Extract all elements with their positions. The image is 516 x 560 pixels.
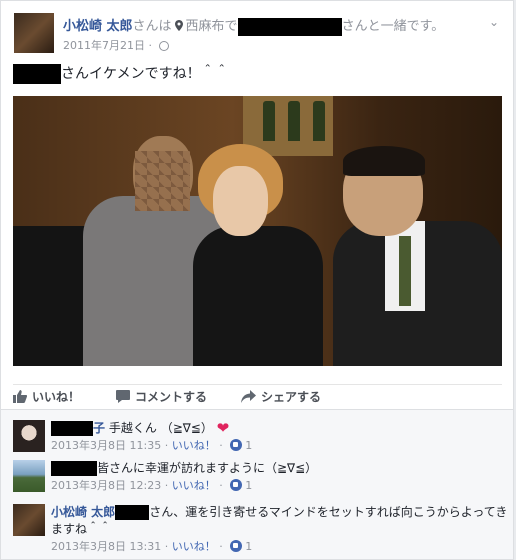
- comment-name-rest: 手越くん: [108, 421, 157, 435]
- post-text-suffix: さんイケメンですね！＾＾: [61, 66, 229, 82]
- person-center-body: [193, 226, 323, 366]
- author-avatar[interactable]: [14, 13, 54, 53]
- person-right-tie: [399, 236, 411, 306]
- like-badge-icon: [230, 439, 243, 451]
- author-name[interactable]: 小松崎 太郎: [63, 19, 133, 34]
- comment-date[interactable]: 2013年3月8日 13:31: [51, 540, 161, 553]
- comments-section: 子 手越くん （≧∇≦） ❤ 2013年3月8日 11:35 · いいね！ · …: [0, 410, 514, 560]
- person-right-hair: [343, 146, 425, 176]
- heart-icon: ❤: [216, 419, 230, 437]
- commenter-avatar[interactable]: [13, 460, 45, 492]
- comment-item: 皆さんに幸運が訪れますように（≧∇≦） 2013年3月8日 12:23 · いい…: [13, 460, 508, 500]
- commenter-name-suffix[interactable]: 子: [93, 421, 105, 435]
- bottle: [313, 101, 325, 141]
- post-text: さんイケメンですね！＾＾: [13, 63, 229, 84]
- comment-meta: 2013年3月8日 11:35 · いいね！ · 1: [51, 439, 253, 452]
- comment-date[interactable]: 2013年3月8日 11:35: [51, 439, 161, 452]
- comment-item: 小松崎 太郎 さん、運を引き寄せるマインドをセットすれば向こうからよってきますね＾…: [13, 504, 508, 556]
- comment-like-link[interactable]: いいね！: [172, 479, 216, 492]
- bottle: [288, 101, 300, 141]
- commenter-avatar[interactable]: [13, 420, 45, 452]
- comment-body: 子 手越くん （≧∇≦） ❤ 2013年3月8日 11:35 · いいね！ · …: [51, 420, 511, 454]
- post-header: 小松崎 太郎さんは 西麻布で さんと一緒です。: [63, 15, 444, 36]
- header-end-text: さんと一緒です。: [341, 19, 445, 34]
- like-icon: [13, 390, 28, 403]
- bottle: [263, 101, 275, 141]
- redacted-name: [13, 64, 61, 84]
- comment-icon: [116, 390, 130, 403]
- post-meta: 2011年7月21日 ·: [63, 37, 169, 53]
- share-label: シェアする: [261, 390, 322, 404]
- comment-like-count[interactable]: 1: [245, 439, 252, 452]
- redacted-name: [237, 17, 342, 36]
- chevron-down-icon[interactable]: ⌄: [489, 15, 499, 29]
- globe-icon[interactable]: [158, 41, 169, 51]
- comment-body: 皆さんに幸運が訪れますように（≧∇≦） 2013年3月8日 12:23 · いい…: [51, 460, 511, 494]
- commenter-avatar[interactable]: [13, 504, 45, 536]
- comment-like-count[interactable]: 1: [245, 540, 252, 553]
- share-icon: [241, 390, 256, 403]
- comment-like-link[interactable]: いいね！: [172, 439, 216, 452]
- comment-meta: 2013年3月8日 13:31 · いいね！ · 1: [51, 540, 253, 553]
- header-mid-text: さんは: [132, 19, 172, 34]
- comment-text: （≧∇≦）: [160, 421, 213, 435]
- location-pin-icon: [174, 20, 183, 31]
- person-center-face: [213, 166, 268, 236]
- commenter-name[interactable]: 小松崎 太郎: [51, 505, 115, 519]
- location-link[interactable]: 西麻布で: [186, 19, 238, 34]
- comment-label: コメントする: [135, 390, 208, 404]
- comment-body: 小松崎 太郎 さん、運を引き寄せるマインドをセットすれば向こうからよってきますね＾…: [51, 504, 511, 555]
- comment-date[interactable]: 2013年3月8日 12:23: [51, 479, 161, 492]
- post-date[interactable]: 2011年7月21日: [63, 39, 145, 52]
- post-photo[interactable]: [13, 96, 502, 366]
- post-card: 小松崎 太郎さんは 西麻布で さんと一緒です。 2011年7月21日 · ⌄ さんイ…: [0, 0, 514, 410]
- post-actions: いいね！ コメントする シェアする: [13, 384, 502, 406]
- comment-text: 皆さんに幸運が訪れますように（≧∇≦）: [97, 461, 318, 475]
- meta-separator: ·: [145, 39, 156, 52]
- redacted-name: [51, 421, 93, 436]
- comment-meta: 2013年3月8日 12:23 · いいね！ · 1: [51, 479, 253, 492]
- like-badge-icon: [230, 479, 243, 491]
- comment-item: 子 手越くん （≧∇≦） ❤ 2013年3月8日 11:35 · いいね！ · …: [13, 420, 508, 460]
- comment-like-count[interactable]: 1: [245, 479, 252, 492]
- pixelated-face: [135, 151, 190, 211]
- share-button[interactable]: シェアする: [241, 388, 321, 405]
- comment-button[interactable]: コメントする: [116, 388, 207, 405]
- like-badge-icon: [230, 540, 243, 552]
- comment-like-link[interactable]: いいね！: [172, 540, 216, 553]
- redacted-name: [115, 505, 150, 520]
- like-label: いいね！: [32, 390, 81, 404]
- redacted-name: [51, 461, 97, 476]
- like-button[interactable]: いいね！: [13, 388, 80, 405]
